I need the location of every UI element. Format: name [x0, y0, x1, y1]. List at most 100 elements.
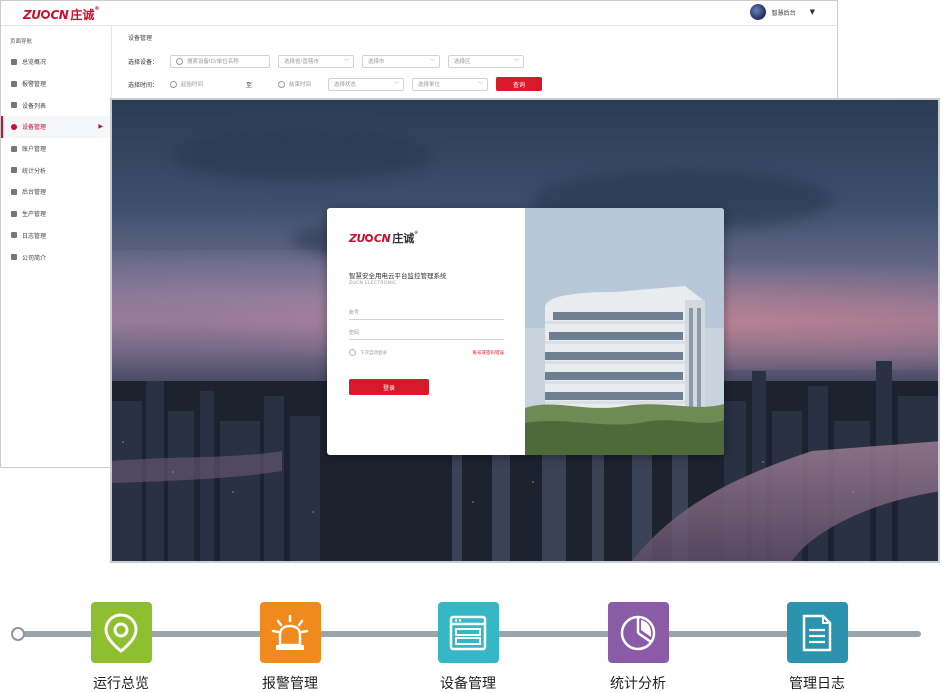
- sidebar: 页面导航 总览概况 报警管理 设备列表 设备管理 ▶ 账户管理 统计分析 后台管理 生产管理 日志…: [1, 26, 112, 467]
- caret-down-icon[interactable]: ▼: [810, 8, 815, 16]
- query-button[interactable]: 查询: [496, 77, 543, 91]
- sidebar-item[interactable]: 总览概况: [1, 51, 111, 73]
- start-time-input[interactable]: 起始时间: [170, 78, 238, 91]
- filter-row-time: 选择时间： 起始时间 至 结束时间 选择状态 ﹀ 选择单位 ﹀ 查询: [128, 77, 543, 91]
- sidebar-item[interactable]: 设备管理 ▶: [1, 116, 111, 138]
- feature-tile[interactable]: [90, 602, 152, 663]
- sidebar-item-label: 统计分析: [22, 167, 47, 175]
- login-error-message: 账号或密码错误: [472, 350, 505, 356]
- login-card: ZU CN 庄诚 ® 智慧安全用电云平台监控管理系统 ZUCN ELECTRON…: [327, 208, 724, 455]
- system-subtitle: ZUCN ELECTRONIC: [349, 281, 397, 286]
- location-pin-icon: [104, 612, 138, 653]
- sidebar-item[interactable]: 报警管理: [1, 73, 111, 95]
- city-placeholder: 选择市: [368, 59, 385, 65]
- sidebar-item-label: 生产管理: [22, 211, 47, 219]
- user-name: 智慧后台: [771, 9, 796, 17]
- feature-alarm[interactable]: 报警管理: [240, 602, 340, 693]
- sidebar-item-label: 设备管理: [22, 124, 47, 132]
- sidebar-item[interactable]: 账户管理: [1, 138, 111, 160]
- feature-statistics[interactable]: 统计分析: [588, 602, 688, 693]
- logo-ring-icon: [365, 234, 374, 242]
- feature-tile[interactable]: [259, 602, 321, 663]
- logo-latin: ZU: [349, 231, 365, 245]
- range-separator: 至: [246, 81, 253, 89]
- unit-select[interactable]: 选择单位 ﹀: [412, 77, 489, 91]
- cloud: [172, 130, 432, 180]
- logo-latin-2: CN: [373, 231, 391, 245]
- feature-tile[interactable]: [786, 602, 848, 663]
- user-menu[interactable]: 智慧后台 ▼: [749, 4, 815, 20]
- chevron-right-icon: ▶: [98, 123, 103, 131]
- feature-label: 设备管理: [440, 676, 496, 692]
- login-button[interactable]: 登录: [349, 379, 429, 395]
- sidebar-item[interactable]: 统计分析: [1, 159, 111, 181]
- sidebar-item[interactable]: 公司简介: [1, 246, 111, 268]
- chevron-down-icon: ﹀: [513, 58, 519, 65]
- feature-device[interactable]: 设备管理: [418, 602, 518, 693]
- device-search-placeholder: 搜索设备ID/单位名称: [187, 59, 239, 65]
- production-icon: [11, 210, 17, 217]
- sidebar-item[interactable]: 后台管理: [1, 181, 111, 203]
- feature-label: 管理日志: [789, 676, 845, 692]
- district-select[interactable]: 选择区 ﹀: [448, 54, 524, 68]
- breadcrumb: 设备管理: [128, 35, 153, 42]
- district-placeholder: 选择区: [454, 59, 471, 65]
- logo-ring-icon: [40, 10, 50, 19]
- sidebar-item-label: 账户管理: [22, 146, 47, 154]
- settings-icon: [11, 188, 17, 195]
- admin-logo[interactable]: ZU CN 庄诚 ®: [23, 6, 99, 23]
- document-icon: [802, 614, 832, 651]
- logo-trademark: ®: [94, 6, 100, 12]
- device-icon: [11, 123, 17, 130]
- building-photo: [525, 208, 724, 455]
- sidebar-item-label: 总览概况: [22, 59, 47, 67]
- log-icon: [11, 232, 17, 239]
- sidebar-item-label: 报警管理: [22, 81, 47, 89]
- time-label: 选择时间：: [128, 81, 159, 89]
- start-time-placeholder: 起始时间: [181, 82, 204, 88]
- end-time-input[interactable]: 结束时间: [260, 78, 320, 91]
- chevron-down-icon: ﹀: [343, 58, 349, 65]
- status-select[interactable]: 选择状态 ﹀: [328, 77, 405, 91]
- device-search-input[interactable]: 搜索设备ID/单位名称: [170, 54, 270, 68]
- feature-overview[interactable]: 运行总览: [71, 602, 171, 693]
- avatar[interactable]: [749, 4, 766, 20]
- login-logo: ZU CN 庄诚 ®: [349, 230, 418, 246]
- feature-tile[interactable]: [437, 602, 499, 663]
- feature-label: 运行总览: [93, 676, 149, 692]
- province-select[interactable]: 选择省/直辖市 ﹀: [278, 54, 354, 68]
- sidebar-item-label: 公司简介: [22, 254, 47, 262]
- account-input[interactable]: 账号: [349, 306, 504, 320]
- filter-row-device: 选择设备： 搜索设备ID/单位名称 选择省/直辖市 ﹀ 选择市 ﹀ 选择区 ﹀: [128, 54, 524, 68]
- account-placeholder: 账号: [349, 310, 360, 316]
- clock-icon: [278, 80, 286, 88]
- remember-label: 下次自动登录: [360, 350, 387, 356]
- login-window: ZU CN 庄诚 ® 智慧安全用电云平台监控管理系统 ZUCN ELECTRON…: [110, 98, 940, 563]
- feature-log[interactable]: 管理日志: [767, 602, 867, 693]
- unit-placeholder: 选择单位: [418, 82, 441, 88]
- sidebar-item[interactable]: 设备列表: [1, 94, 111, 116]
- remember-checkbox[interactable]: [349, 349, 356, 356]
- alarm-light-icon: [271, 614, 309, 650]
- end-time-placeholder: 结束时间: [289, 82, 312, 88]
- status-placeholder: 选择状态: [334, 82, 357, 88]
- logo-latin-2: CN: [50, 7, 69, 22]
- logo-latin: ZU: [23, 7, 41, 22]
- account-icon: [11, 145, 17, 152]
- chevron-down-icon: ﹀: [394, 81, 400, 88]
- building-illustration: [525, 208, 724, 455]
- list-icon: [11, 102, 17, 109]
- password-input[interactable]: 密码: [349, 326, 504, 340]
- sidebar-item[interactable]: 生产管理: [1, 203, 111, 225]
- device-window-icon: [449, 615, 487, 650]
- alarm-icon: [11, 80, 17, 87]
- feature-tile[interactable]: [607, 602, 669, 663]
- province-placeholder: 选择省/直辖市: [284, 59, 319, 65]
- city-select[interactable]: 选择市 ﹀: [362, 54, 440, 68]
- nav-list: 总览概况报警管理设备列表设备管理 ▶ 账户管理统计分析后台管理生产管理日志管理公司简…: [1, 51, 111, 268]
- company-icon: [11, 254, 17, 261]
- search-icon: [176, 57, 183, 65]
- timeline-start-dot: [11, 627, 25, 641]
- sidebar-item[interactable]: 日志管理: [1, 225, 111, 247]
- sidebar-item-label: 日志管理: [22, 232, 47, 240]
